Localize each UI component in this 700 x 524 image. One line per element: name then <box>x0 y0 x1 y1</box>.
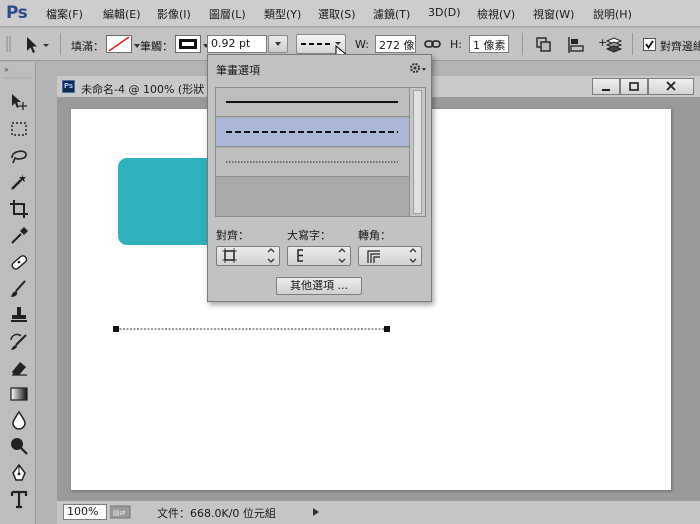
type-tool-icon[interactable] <box>9 489 29 509</box>
height-label: H: <box>450 38 462 51</box>
menu-filter[interactable]: 濾鏡(T) <box>373 6 410 22</box>
status-menu-arrow-icon[interactable] <box>311 507 321 517</box>
align-inside-icon <box>222 248 275 263</box>
align-label: 對齊： <box>216 229 249 242</box>
line-style-solid[interactable] <box>216 88 409 117</box>
butt-cap-icon <box>297 248 346 263</box>
align-edges-label: 對齊邊緣 <box>660 40 700 53</box>
menu-edit[interactable]: 編輯(E) <box>103 6 141 22</box>
collapse-toolbar-icon[interactable]: » <box>2 64 34 74</box>
dodge-tool-icon[interactable] <box>9 436 29 456</box>
svg-text:»: » <box>4 65 9 74</box>
fill-label: 填滿： <box>71 40 104 53</box>
rounded-rectangle-shape[interactable] <box>118 158 218 245</box>
stroke-swatch[interactable] <box>175 35 201 53</box>
fill-swatch[interactable] <box>106 35 132 53</box>
width-label: W: <box>355 38 369 51</box>
anchor-point-right[interactable] <box>384 326 390 332</box>
stroke-width-input[interactable]: 0.92 pt <box>207 35 267 53</box>
status-bar: 100% ▤⇄ 文件：668.0K/0 位元組 <box>57 500 700 524</box>
checkmark-icon <box>645 40 654 50</box>
separator <box>60 33 61 55</box>
menu-view[interactable]: 檢視(V) <box>477 6 515 22</box>
corners-dropdown[interactable] <box>358 246 422 266</box>
minimize-icon <box>602 89 610 91</box>
selected-line-path[interactable] <box>110 322 395 336</box>
healing-brush-tool-icon[interactable] <box>9 252 29 272</box>
height-input[interactable]: 1 像素 <box>469 35 509 53</box>
path-operations-icon[interactable] <box>534 36 556 54</box>
caps-dropdown[interactable] <box>287 246 351 266</box>
toolbar-grip-icon <box>3 77 33 79</box>
marquee-tool-icon[interactable] <box>9 119 29 139</box>
dashed-line-icon <box>226 131 398 133</box>
photoshop-logo: Ps <box>6 3 28 23</box>
tool-preset-icon[interactable] <box>23 36 53 54</box>
restore-button[interactable] <box>620 78 648 95</box>
clone-stamp-tool-icon[interactable] <box>9 305 29 325</box>
svg-text:▤⇄: ▤⇄ <box>113 509 126 517</box>
dotted-line-icon <box>226 161 398 163</box>
menu-layer[interactable]: 圖層(L) <box>209 6 246 22</box>
path-alignment-icon[interactable] <box>566 36 588 54</box>
width-input[interactable]: 272 像素 <box>375 35 416 53</box>
stroke-color-icon <box>179 39 197 49</box>
close-icon <box>666 81 676 91</box>
align-edges-checkbox[interactable] <box>643 38 656 51</box>
eraser-tool-icon[interactable] <box>9 358 29 378</box>
blur-tool-icon[interactable] <box>9 410 29 430</box>
no-fill-icon <box>108 36 130 52</box>
more-options-button[interactable]: 其他選項 ... <box>276 277 362 295</box>
menu-help[interactable]: 說明(H) <box>593 6 632 22</box>
quick-selection-tool-icon[interactable] <box>9 172 29 192</box>
anchor-point-left[interactable] <box>113 326 119 332</box>
move-tool-icon[interactable] <box>9 92 29 112</box>
brush-tool-icon[interactable] <box>9 279 29 299</box>
document-profile-icon[interactable]: ▤⇄ <box>110 505 132 519</box>
caps-label: 大寫字： <box>287 229 331 242</box>
separator <box>522 33 523 55</box>
menu-bar: Ps 檔案(F) 編輯(E) 影像(I) 圖層(L) 類型(Y) 選取(S) 濾… <box>0 0 700 27</box>
lasso-tool-icon[interactable] <box>9 146 29 166</box>
zoom-field[interactable]: 100% <box>63 504 107 520</box>
chevron-down-icon <box>275 42 281 46</box>
link-icon[interactable] <box>424 37 442 51</box>
solid-line-icon <box>226 101 398 103</box>
stroke-label: 筆觸： <box>140 40 173 53</box>
svg-text:+: + <box>598 36 607 49</box>
menu-type[interactable]: 類型(Y) <box>264 6 301 22</box>
restore-icon <box>629 82 639 91</box>
separator <box>632 33 633 55</box>
line-style-dashed[interactable] <box>216 118 409 147</box>
menu-3d[interactable]: 3D(D) <box>428 6 461 19</box>
align-dropdown[interactable] <box>216 246 280 266</box>
stroke-width-dropdown[interactable] <box>268 35 288 53</box>
pen-tool-icon[interactable] <box>9 463 29 483</box>
history-brush-tool-icon[interactable] <box>9 332 29 352</box>
stroke-options-panel: 筆畫選項 對齊： 大寫字： 轉角： 其他選項 ... <box>207 54 432 302</box>
eyedropper-tool-icon[interactable] <box>9 226 29 246</box>
document-size-info: 文件：668.0K/0 位元組 <box>157 507 276 520</box>
tools-panel: » <box>0 62 36 524</box>
line-list-scrollbar[interactable] <box>409 88 425 216</box>
close-button[interactable] <box>648 78 694 95</box>
gradient-tool-icon[interactable] <box>9 384 29 404</box>
gear-icon[interactable] <box>408 62 428 74</box>
scrollbar-thumb[interactable] <box>413 90 422 214</box>
grip-icon <box>6 36 11 52</box>
line-style-list <box>215 87 426 217</box>
miter-join-icon <box>367 248 417 263</box>
ps-document-icon: Ps <box>62 80 75 93</box>
panel-title: 筆畫選項 <box>216 64 260 77</box>
line-style-dotted[interactable] <box>216 148 409 177</box>
menu-file[interactable]: 檔案(F) <box>46 6 83 22</box>
corners-label: 轉角： <box>358 229 391 242</box>
path-arrangement-icon[interactable]: + <box>598 35 622 55</box>
minimize-button[interactable] <box>592 78 620 95</box>
menu-select[interactable]: 選取(S) <box>318 6 356 22</box>
crop-tool-icon[interactable] <box>9 199 29 219</box>
menu-image[interactable]: 影像(I) <box>157 6 191 22</box>
menu-window[interactable]: 視窗(W) <box>533 6 574 22</box>
